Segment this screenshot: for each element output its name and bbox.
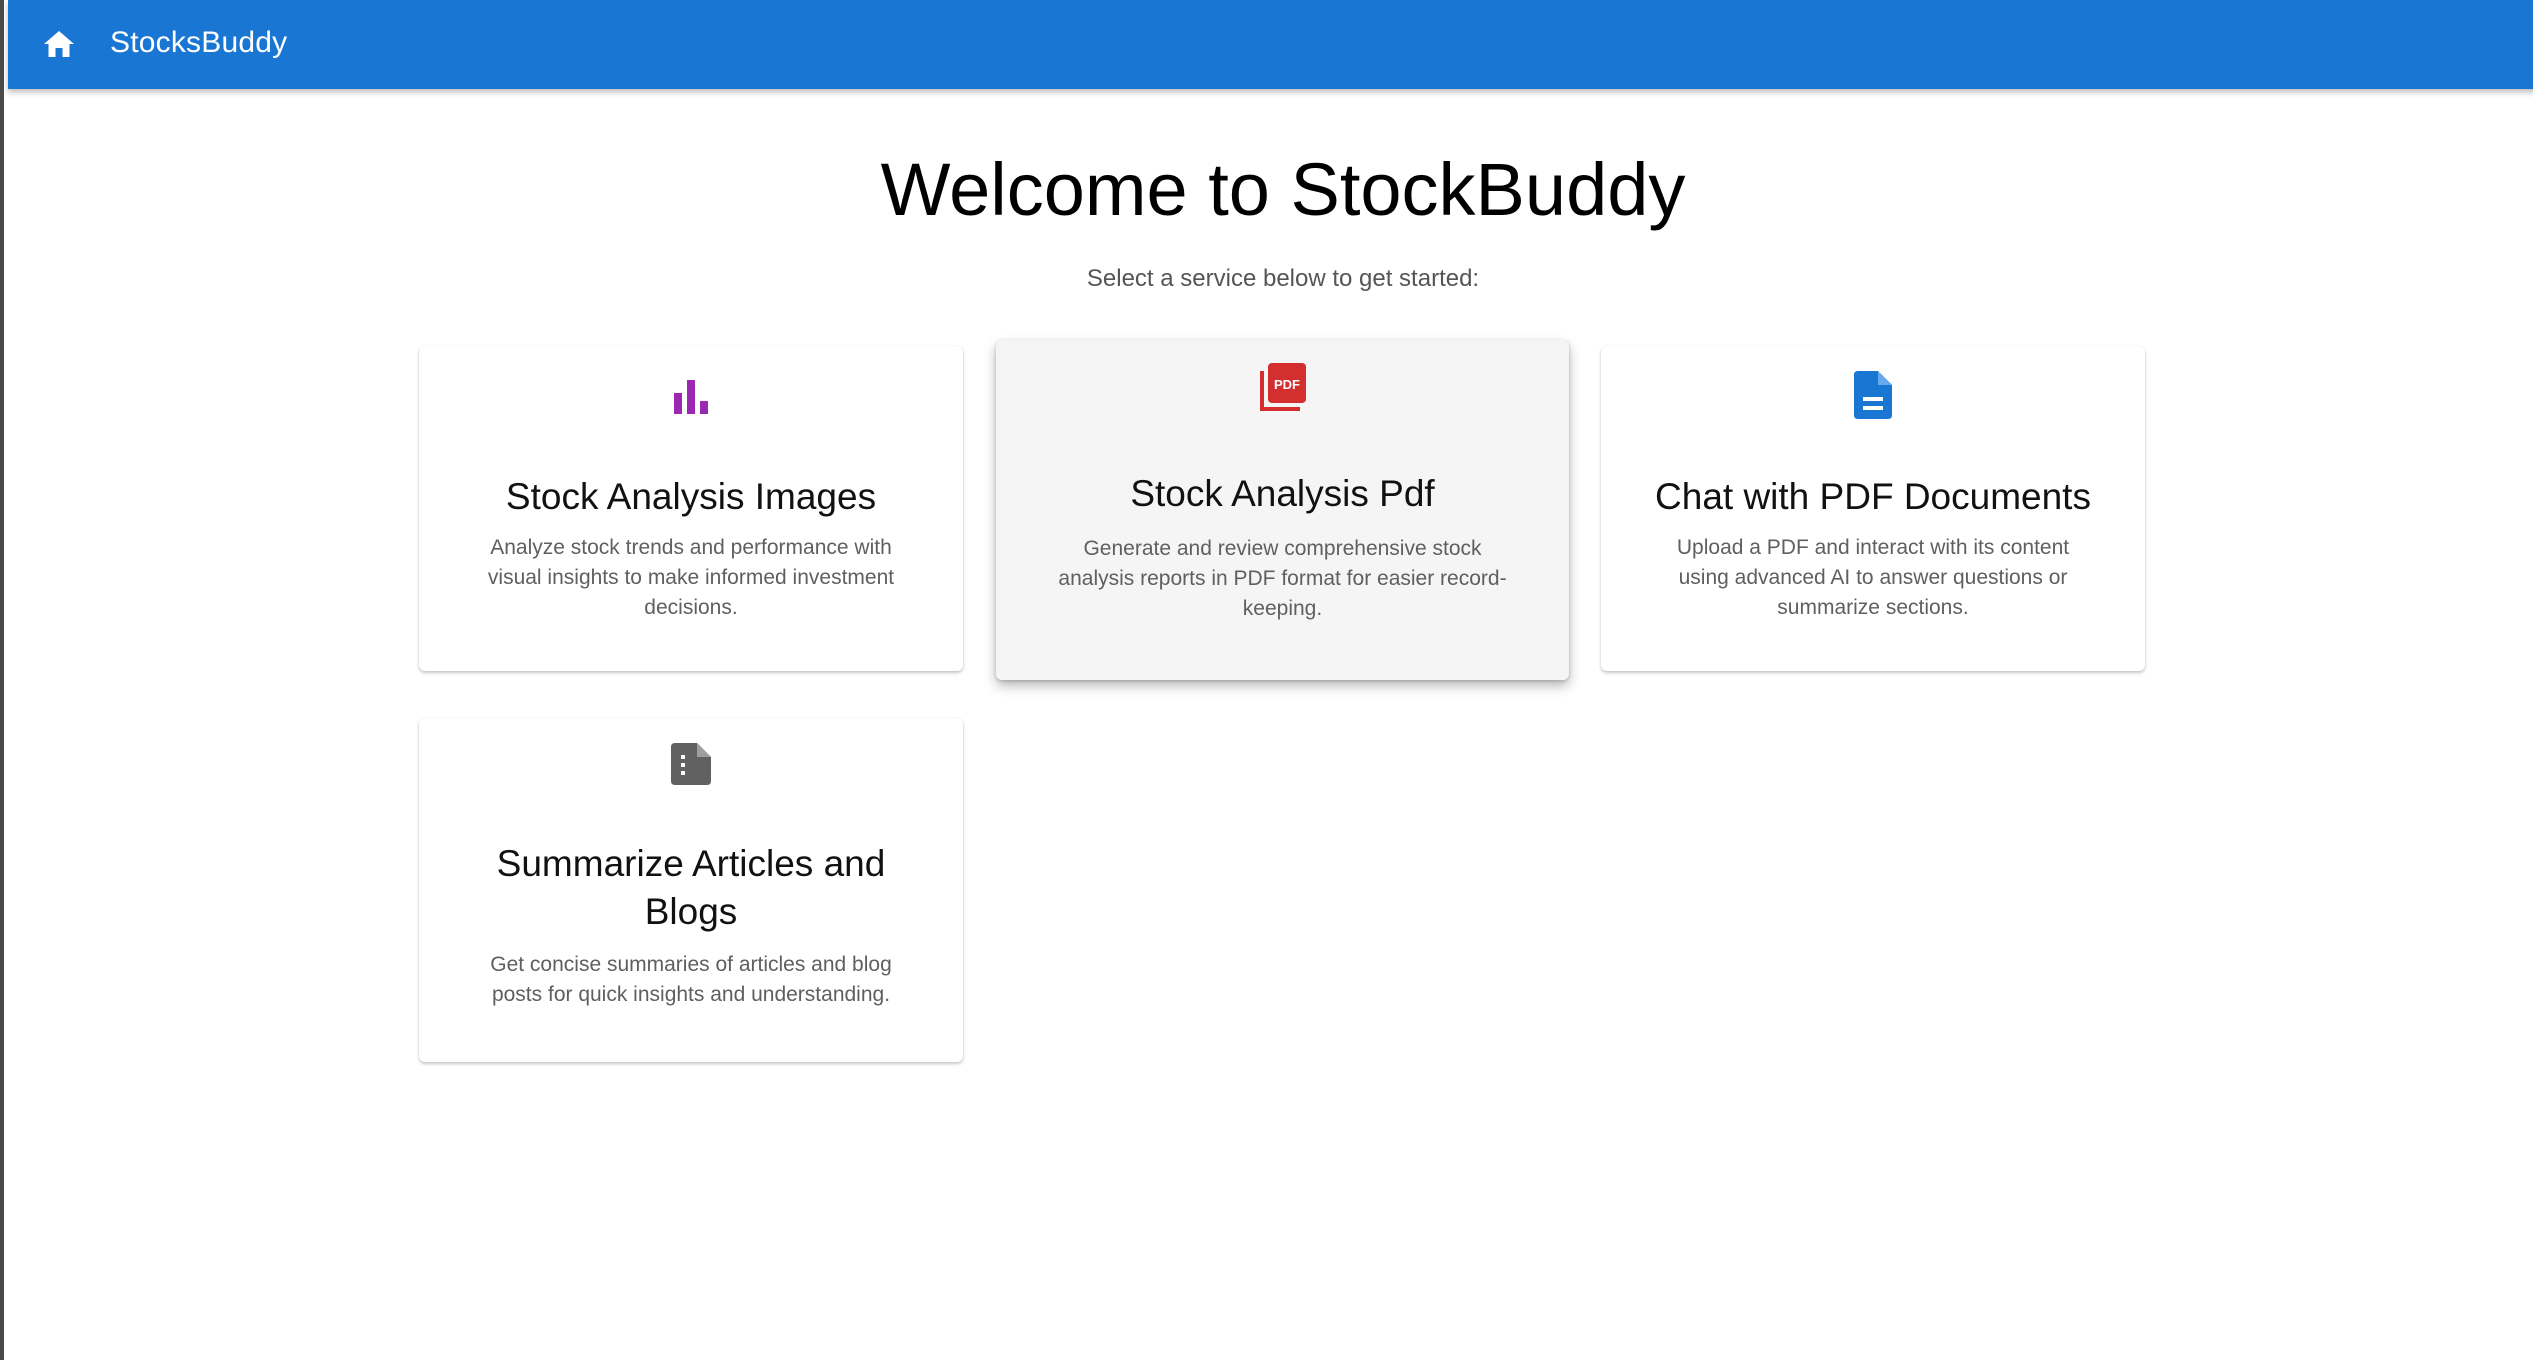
service-card-stock-analysis-pdf[interactable]: PDF Stock Analysis Pdf Generate and revi…	[996, 340, 1569, 680]
home-icon	[44, 31, 74, 57]
card-description: Analyze stock trends and performance wit…	[487, 536, 895, 619]
service-card-summarize-articles[interactable]: Summarize Articles and Blogs Get concise…	[419, 718, 963, 1062]
app-title[interactable]: StocksBuddy	[110, 23, 287, 63]
card-title: Stock Analysis Images	[505, 476, 877, 517]
pdf-icon: PDF	[1259, 363, 1306, 411]
card-description: Get concise summaries of articles and bl…	[490, 953, 892, 1006]
svg-text:PDF: PDF	[1274, 377, 1300, 392]
home-button[interactable]	[37, 22, 81, 66]
card-description: Upload a PDF and interact with its conte…	[1676, 536, 2070, 619]
service-card-stock-analysis-images[interactable]: Stock Analysis Images Analyze stock tren…	[419, 346, 963, 671]
document-icon	[1854, 371, 1892, 419]
card-title: Chat with PDF Documents	[1655, 476, 2091, 517]
service-card-chat-with-pdf[interactable]: Chat with PDF Documents Upload a PDF and…	[1601, 346, 2145, 671]
page-title: Welcome to StockBuddy	[880, 148, 1686, 231]
page-subtitle: Select a service below to get started:	[1086, 265, 1480, 292]
card-title: Stock Analysis Pdf	[1130, 473, 1435, 514]
app-window: StocksBuddy Welcome to StockBuddy Select…	[0, 0, 2533, 1360]
card-description: Generate and review comprehensive stock …	[1058, 537, 1507, 620]
app-bar: StocksBuddy	[8, 0, 2533, 89]
bar-chart-icon	[674, 380, 708, 414]
article-icon	[671, 743, 711, 785]
card-title: Summarize Articles and Blogs	[496, 843, 886, 932]
